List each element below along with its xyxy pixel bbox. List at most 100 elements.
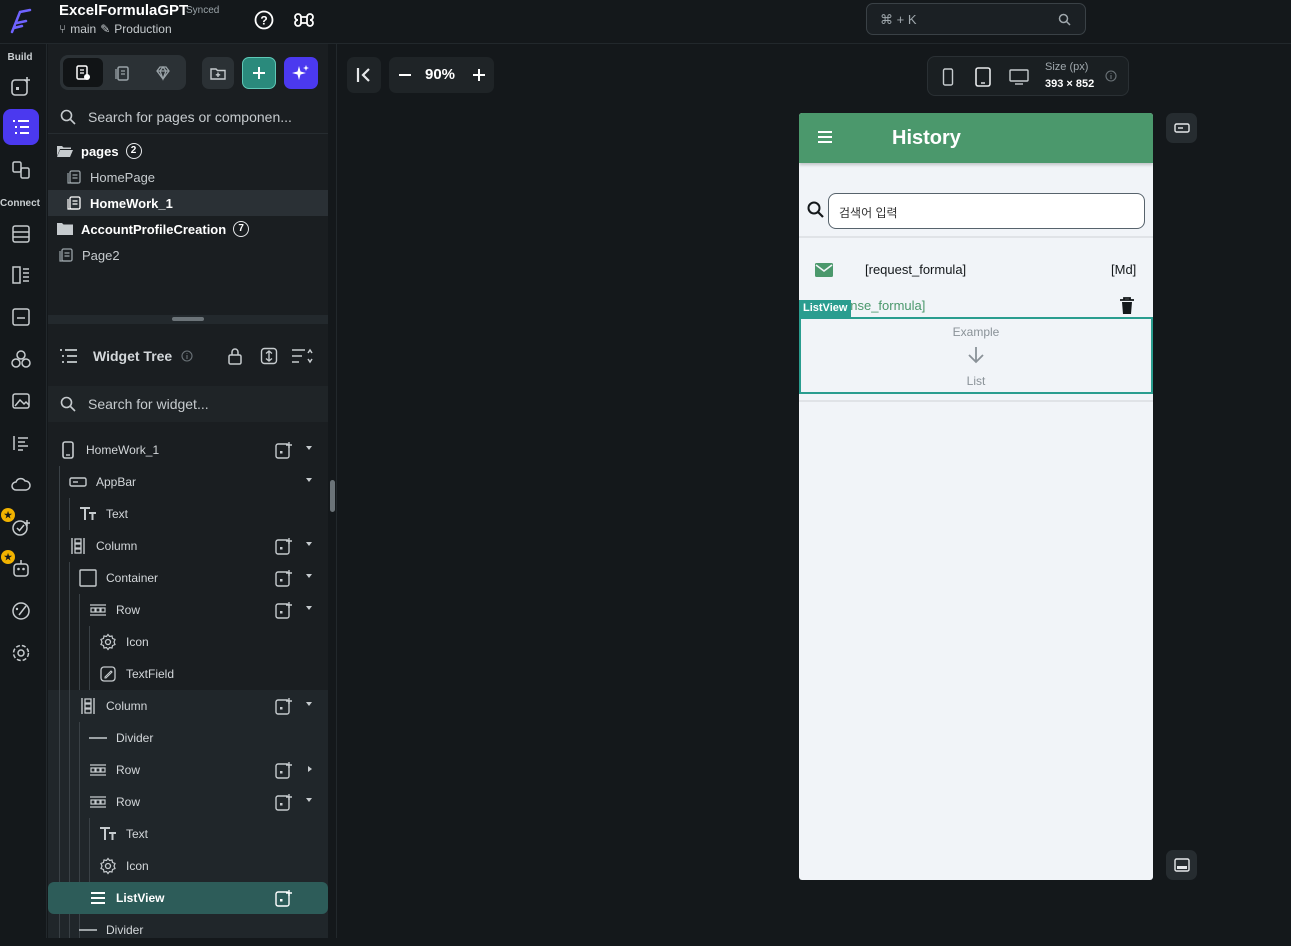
api-calls-button[interactable]: [3, 299, 39, 335]
page-search-input[interactable]: Search for pages or componen...: [48, 100, 328, 134]
chevron-down-icon[interactable]: [306, 446, 312, 450]
desktop-device-button[interactable]: [1005, 63, 1033, 91]
new-folder-button[interactable]: [202, 57, 234, 89]
request-formula-text[interactable]: [request_formula]: [865, 262, 966, 277]
expand-collapse-icon[interactable]: [260, 347, 278, 365]
page-item-page2[interactable]: Page2: [48, 242, 328, 268]
tree-node-divider[interactable]: Divider: [48, 914, 328, 946]
collapse-panel-button[interactable]: [347, 57, 381, 93]
tree-node-listview[interactable]: ListView: [48, 882, 328, 914]
flutterflow-logo-icon[interactable]: [8, 6, 34, 34]
ai-generate-button[interactable]: [284, 57, 318, 89]
media-assets-button[interactable]: [3, 383, 39, 419]
pages-tab[interactable]: [63, 58, 103, 87]
chevron-down-icon[interactable]: [306, 702, 312, 706]
listview-tag[interactable]: ListView: [799, 300, 852, 317]
chevron-down-icon[interactable]: [306, 478, 312, 482]
add-child-icon[interactable]: [275, 569, 293, 587]
lock-icon[interactable]: [227, 347, 243, 365]
splitter-grip[interactable]: [172, 317, 204, 321]
add-child-icon[interactable]: [275, 761, 293, 779]
custom-code-button[interactable]: [3, 425, 39, 461]
tests-button[interactable]: [3, 509, 39, 545]
page-item-homepage[interactable]: HomePage: [48, 164, 328, 190]
mobile-device-button[interactable]: [934, 63, 962, 91]
help-icon[interactable]: ?: [254, 10, 274, 30]
trash-icon[interactable]: [1119, 297, 1135, 315]
account-profile-folder[interactable]: AccountProfileCreation 7: [48, 216, 328, 242]
tree-node-appbar[interactable]: AppBar: [48, 466, 328, 498]
agents-button[interactable]: [3, 550, 39, 586]
toggle-appbar-button[interactable]: [1166, 113, 1197, 143]
chevron-down-icon[interactable]: [306, 542, 312, 546]
cloud-functions-button[interactable]: [3, 467, 39, 503]
preview-divider[interactable]: [799, 400, 1153, 402]
zoom-out-icon[interactable]: [398, 68, 412, 82]
tree-node-homework-1[interactable]: HomeWork_1: [48, 434, 328, 466]
chevron-right-icon[interactable]: [308, 766, 312, 772]
add-child-icon[interactable]: [275, 889, 293, 907]
mail-icon[interactable]: [814, 262, 834, 278]
tablet-device-button[interactable]: [969, 63, 997, 91]
firestore-button[interactable]: [3, 216, 39, 252]
preview-search-field[interactable]: 검색어 입력: [828, 193, 1145, 229]
chevron-down-icon[interactable]: [306, 574, 312, 578]
theme-button[interactable]: [3, 593, 39, 629]
info-icon[interactable]: [181, 350, 193, 362]
zoom-level[interactable]: 90%: [425, 66, 455, 83]
search-icon[interactable]: [807, 201, 825, 219]
md-text[interactable]: [Md]: [1111, 262, 1136, 277]
preview-divider[interactable]: [799, 236, 1153, 238]
response-formula-text[interactable]: onse_formula]: [843, 298, 925, 313]
menu-icon[interactable]: [817, 130, 833, 144]
tree-node-icon[interactable]: Icon: [48, 626, 328, 658]
widget-search-input[interactable]: Search for widget...: [48, 386, 328, 422]
tree-node-container[interactable]: Container: [48, 562, 328, 594]
command-icon[interactable]: [294, 10, 314, 30]
storyboard-button[interactable]: [3, 152, 39, 188]
tree-node-textfield[interactable]: TextField: [48, 658, 328, 690]
phone-preview[interactable]: History 검색어 입력 [request_formula] [Md] on…: [799, 113, 1153, 880]
listview-placeholder[interactable]: Example List: [799, 317, 1153, 394]
widget-search-placeholder: Search for widget...: [88, 396, 209, 412]
chevron-down-icon[interactable]: [306, 606, 312, 610]
add-child-icon[interactable]: [275, 793, 293, 811]
preview-appbar[interactable]: History: [799, 113, 1153, 163]
branch-info[interactable]: ⑂ main ✎ Production: [59, 22, 172, 36]
zoom-in-icon[interactable]: [472, 68, 486, 82]
libraries-tab[interactable]: [143, 58, 183, 87]
tree-node-column[interactable]: Column: [48, 690, 328, 722]
app-state-button[interactable]: [3, 257, 39, 293]
tree-node-text[interactable]: Text: [48, 818, 328, 850]
integrations-button[interactable]: [3, 341, 39, 377]
command-search-input[interactable]: ⌘ + K: [866, 3, 1086, 35]
add-child-icon[interactable]: [275, 697, 293, 715]
tree-node-text[interactable]: Text: [48, 498, 328, 530]
add-child-icon[interactable]: [275, 537, 293, 555]
add-page-button[interactable]: [242, 57, 276, 89]
tree-node-column[interactable]: Column: [48, 530, 328, 562]
tree-node-icon[interactable]: Icon: [48, 850, 328, 882]
tree-node-row[interactable]: Row: [48, 594, 328, 626]
widget-tree-button[interactable]: [3, 109, 39, 145]
add-child-icon[interactable]: [275, 441, 293, 459]
tree-node-divider[interactable]: Divider: [48, 722, 328, 754]
size-value[interactable]: 393 × 852: [1045, 78, 1094, 90]
panel-scrollbar[interactable]: [330, 480, 335, 512]
panel-splitter[interactable]: [48, 315, 328, 324]
add-child-icon[interactable]: [275, 601, 293, 619]
settings-button[interactable]: [3, 635, 39, 671]
tree-node-row[interactable]: Row: [48, 786, 328, 818]
toggle-bottom-bar-button[interactable]: [1166, 850, 1197, 880]
tree-node-label: Container: [106, 571, 159, 585]
sort-options-icon[interactable]: [291, 348, 313, 364]
chevron-down-icon[interactable]: [306, 798, 312, 802]
info-icon[interactable]: [1105, 70, 1117, 82]
components-tab[interactable]: [103, 58, 143, 87]
tree-node-row[interactable]: Row: [48, 754, 328, 786]
widget-palette-button[interactable]: [3, 68, 39, 104]
page-item-homework-1[interactable]: HomeWork_1: [48, 190, 328, 216]
pages-folder[interactable]: pages 2: [48, 138, 328, 164]
project-name[interactable]: ExcelFormulaGPT: [59, 2, 188, 19]
preview-appbar-title[interactable]: History: [892, 127, 961, 150]
